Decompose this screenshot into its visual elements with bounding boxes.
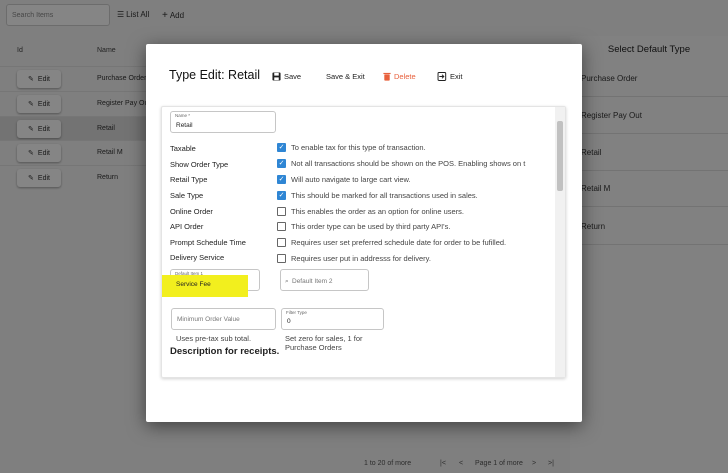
- minimum-order-hint: Uses pre-tax sub total.: [176, 334, 252, 343]
- prompt-schedule-checkbox-row[interactable]: Requires user set preferred schedule dat…: [277, 238, 506, 247]
- label-show-order-type: Show Order Type: [170, 160, 229, 169]
- label-online-order: Online Order: [170, 207, 213, 216]
- checkbox[interactable]: [277, 238, 286, 247]
- name-field-value: Retail: [176, 122, 193, 129]
- search-icon: ⌕: [285, 278, 289, 285]
- checkbox[interactable]: ✓: [277, 159, 286, 168]
- label-delivery-service: Delivery Service: [170, 253, 225, 262]
- checkbox[interactable]: [277, 222, 286, 231]
- scroll-thumb[interactable]: [557, 121, 563, 191]
- checkbox[interactable]: ✓: [277, 143, 286, 152]
- label-api-order: API Order: [170, 222, 204, 231]
- default-item-1-value: Service Fee: [176, 281, 211, 288]
- label-retail-type: Retail Type: [170, 175, 208, 184]
- filter-type-field[interactable]: Filter Type 0: [281, 308, 384, 330]
- name-field[interactable]: Name * Retail: [170, 111, 276, 133]
- api-order-checkbox-row[interactable]: This order type can be used by third par…: [277, 222, 450, 231]
- save-exit-button[interactable]: Save & Exit: [326, 72, 365, 81]
- filter-hint-line-1: Set zero for sales, 1 for: [285, 334, 363, 343]
- filter-type-label: Filter Type: [286, 310, 307, 315]
- sale-type-checkbox-row[interactable]: ✓ This should be marked for all transacti…: [277, 191, 478, 200]
- retail-type-checkbox-row[interactable]: ✓ Will auto navigate to large cart view.: [277, 175, 411, 184]
- dialog-title: Type Edit: Retail: [169, 68, 261, 82]
- default-item-2-field[interactable]: ⌕ Default Item 2: [280, 269, 369, 291]
- checkbox[interactable]: [277, 207, 286, 216]
- save-button[interactable]: Save: [272, 72, 301, 81]
- trash-icon: [383, 72, 391, 81]
- form-scrollbar[interactable]: [555, 107, 565, 377]
- description-heading: Description for receipts.: [170, 346, 280, 357]
- delete-button[interactable]: Delete: [383, 72, 416, 81]
- exit-icon: [437, 72, 447, 81]
- type-edit-dialog: Type Edit: Retail Save Save & Exit Delet…: [146, 44, 582, 422]
- label-taxable: Taxable: [170, 144, 196, 153]
- checkbox[interactable]: [277, 254, 286, 263]
- delivery-service-checkbox-row[interactable]: Requires user put in addresss for delive…: [277, 254, 431, 263]
- label-sale-type: Sale Type: [170, 191, 204, 200]
- exit-button[interactable]: Exit: [437, 72, 463, 81]
- label-prompt-schedule-time: Prompt Schedule Time: [170, 238, 246, 247]
- minimum-order-field[interactable]: Minimum Order Value: [171, 308, 276, 330]
- filter-hint-line-2: Purchase Orders: [285, 343, 342, 352]
- checkbox[interactable]: ✓: [277, 175, 286, 184]
- minimum-order-placeholder: Minimum Order Value: [177, 316, 240, 323]
- default-item-2-placeholder: Default Item 2: [292, 278, 333, 285]
- floppy-icon: [272, 72, 281, 81]
- filter-type-value: 0: [287, 318, 291, 325]
- name-field-label: Name *: [175, 113, 191, 118]
- checkbox[interactable]: ✓: [277, 191, 286, 200]
- online-order-checkbox-row[interactable]: This enables the order as an option for …: [277, 207, 464, 216]
- edit-form: Name * Retail Taxable Show Order Type Re…: [161, 106, 566, 378]
- taxable-checkbox-row[interactable]: ✓ To enable tax for this type of transact…: [277, 143, 426, 152]
- show-order-type-checkbox-row[interactable]: ✓ Not all transactions should be shown on…: [277, 159, 525, 168]
